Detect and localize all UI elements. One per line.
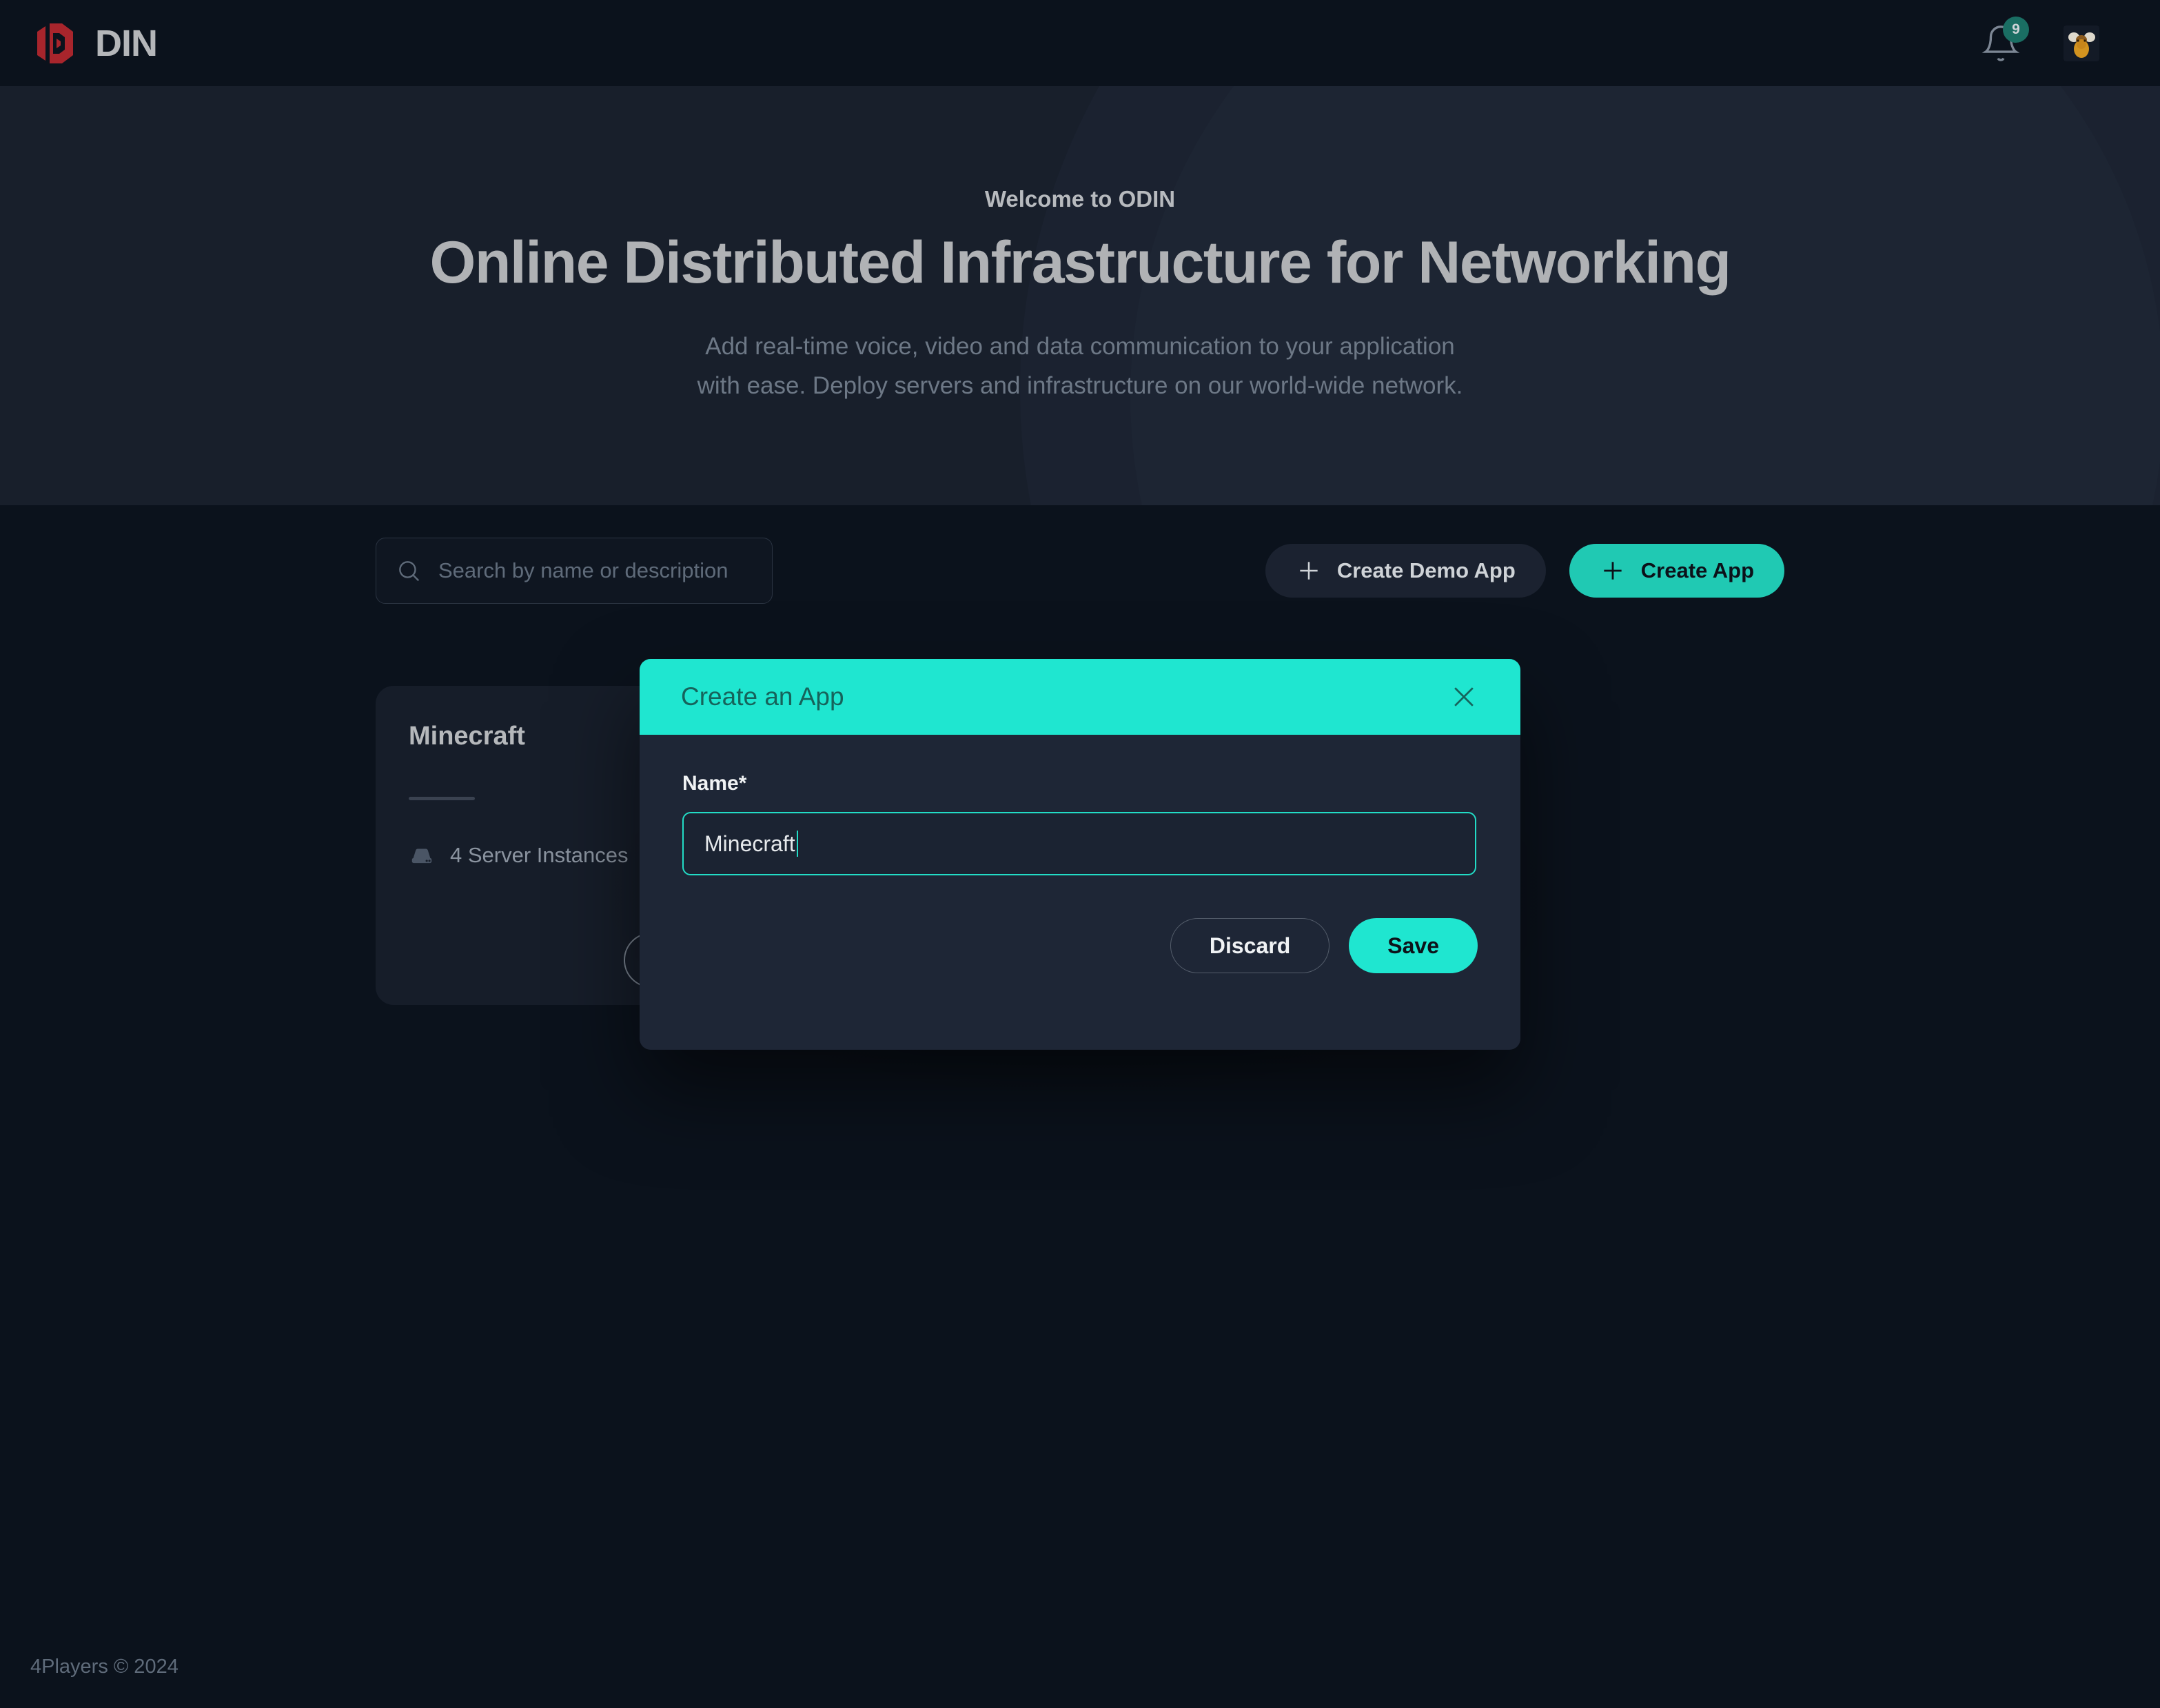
server-icon [411,848,432,864]
search-input[interactable]: Search by name or description [376,538,773,604]
create-app-label: Create App [1640,558,1754,582]
name-field[interactable]: Minecraft [682,812,1476,875]
logo-wordmark: DIN [95,22,158,64]
hero-subtitle-line-2: with ease. Deploy servers and infrastruc… [697,372,1463,399]
discard-button-label: Discard [1209,933,1291,958]
moose-avatar-icon [2064,25,2099,61]
create-demo-app-label: Create Demo App [1336,558,1516,582]
save-button-label: Save [1387,933,1439,958]
header-actions: 9 [1981,16,2130,63]
apps-toolbar: Search by name or description Create Dem… [0,505,2160,636]
create-app-button[interactable]: Create App [1569,544,1784,598]
notifications-button[interactable]: 9 [1981,16,2029,63]
hero-kicker: Welcome to ODIN [984,185,1176,212]
search-placeholder: Search by name or description [438,558,729,582]
modal-header: Create an App [640,659,1520,735]
plus-icon [1604,562,1622,580]
page-footer: 4Players © 2024 [0,1625,2160,1708]
search-icon [399,561,420,582]
odin-logo-icon [37,23,73,63]
app-header: DIN 9 [0,0,2160,86]
moose-avatar[interactable] [2064,25,2099,61]
app-card-divider [409,797,475,800]
copyright-text: 4Players © 2024 [30,1655,179,1678]
create-app-modal: Create an App Name* Minecraft Discard Sa… [640,659,1520,1050]
create-demo-app-button[interactable]: Create Demo App [1265,544,1546,598]
name-field-value: Minecraft [704,831,795,856]
odin-logo[interactable]: DIN [30,21,158,66]
app-card-instances-label: 4 Server Instances [450,843,629,867]
page-root: DIN 9 Welcome to ODIN Online Distributed… [0,0,2160,1708]
page-title: Online Distributed Infrastructure for Ne… [429,229,1731,296]
save-button[interactable]: Save [1349,918,1478,973]
notification-badge: 9 [2003,16,2029,43]
discard-button[interactable]: Discard [1170,918,1330,973]
name-field-label: Name* [682,772,747,795]
text-caret [796,831,798,857]
modal-title: Create an App [681,682,844,711]
plus-icon [1300,562,1318,580]
modal-body: Name* Minecraft Discard Save [640,735,1520,973]
hero-subtitle-line-1: Add real-time voice, video and data comm… [705,332,1455,360]
modal-actions: Discard Save [682,918,1478,973]
close-icon[interactable] [1449,682,1479,712]
hero-banner: Welcome to ODIN Online Distributed Infra… [0,86,2160,505]
